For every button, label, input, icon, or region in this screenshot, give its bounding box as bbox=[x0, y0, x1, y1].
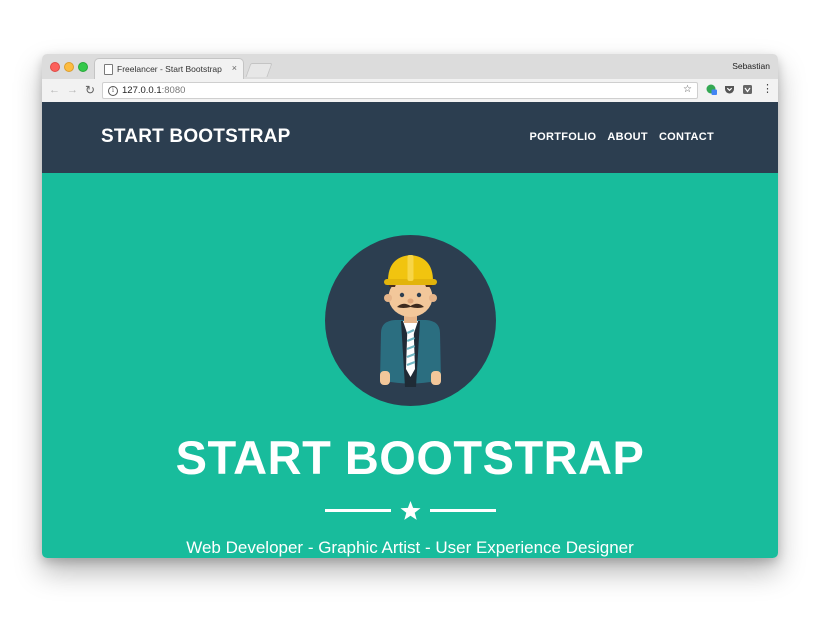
extension-globe-icon[interactable] bbox=[706, 84, 717, 95]
tab-title: Freelancer - Start Bootstrap Th bbox=[117, 64, 223, 74]
brand-logo-link[interactable]: START BOOTSTRAP bbox=[101, 126, 290, 148]
document-icon bbox=[104, 64, 113, 75]
tab-strip: Freelancer - Start Bootstrap Th × Sebast… bbox=[42, 54, 778, 80]
browser-menu-icon[interactable]: ⋮ bbox=[762, 83, 773, 95]
pocket-icon[interactable] bbox=[724, 84, 735, 95]
browser-toolbar: ← → ↻ i 127.0.0.1:8080 ☆ ⋮ bbox=[42, 79, 778, 103]
star-icon bbox=[400, 501, 421, 520]
divider-line-left bbox=[325, 509, 391, 512]
back-arrow-icon[interactable]: ← bbox=[49, 83, 60, 97]
window-minimize-button[interactable] bbox=[64, 62, 74, 72]
tab-close-icon[interactable]: × bbox=[232, 63, 237, 73]
shield-extension-icon[interactable] bbox=[742, 84, 753, 95]
site-navbar: START BOOTSTRAP PORTFOLIO ABOUT CONTACT bbox=[42, 102, 778, 173]
nav-link-portfolio[interactable]: PORTFOLIO bbox=[529, 131, 596, 143]
forward-arrow-icon[interactable]: → bbox=[67, 83, 78, 97]
nav-link-contact[interactable]: CONTACT bbox=[659, 131, 714, 143]
nav-link-about[interactable]: ABOUT bbox=[607, 131, 648, 143]
info-icon[interactable]: i bbox=[108, 86, 118, 96]
hero-subtitle: Web Developer - Graphic Artist - User Ex… bbox=[186, 538, 634, 557]
bookmark-star-icon[interactable]: ☆ bbox=[683, 84, 692, 95]
profile-name[interactable]: Sebastian bbox=[732, 61, 770, 71]
nav-links: PORTFOLIO ABOUT CONTACT bbox=[529, 131, 714, 143]
address-bar[interactable]: i 127.0.0.1:8080 ☆ bbox=[102, 82, 698, 99]
window-close-button[interactable] bbox=[50, 62, 60, 72]
new-tab-button[interactable] bbox=[245, 63, 273, 77]
url-port: :8080 bbox=[161, 85, 186, 96]
hero-section: START BOOTSTRAP Web Developer - Graphic … bbox=[42, 173, 778, 558]
construction-worker-avatar-icon bbox=[325, 235, 496, 406]
reload-icon[interactable]: ↻ bbox=[85, 83, 95, 97]
browser-window: Freelancer - Start Bootstrap Th × Sebast… bbox=[42, 54, 778, 558]
divider-line-right bbox=[430, 509, 496, 512]
url-text[interactable]: 127.0.0.1:8080 bbox=[122, 85, 185, 96]
hero-title: START BOOTSTRAP bbox=[175, 431, 645, 484]
star-divider bbox=[325, 501, 496, 520]
url-host: 127.0.0.1 bbox=[122, 85, 162, 96]
window-maximize-button[interactable] bbox=[78, 62, 88, 72]
browser-tab[interactable]: Freelancer - Start Bootstrap Th × bbox=[94, 58, 244, 80]
